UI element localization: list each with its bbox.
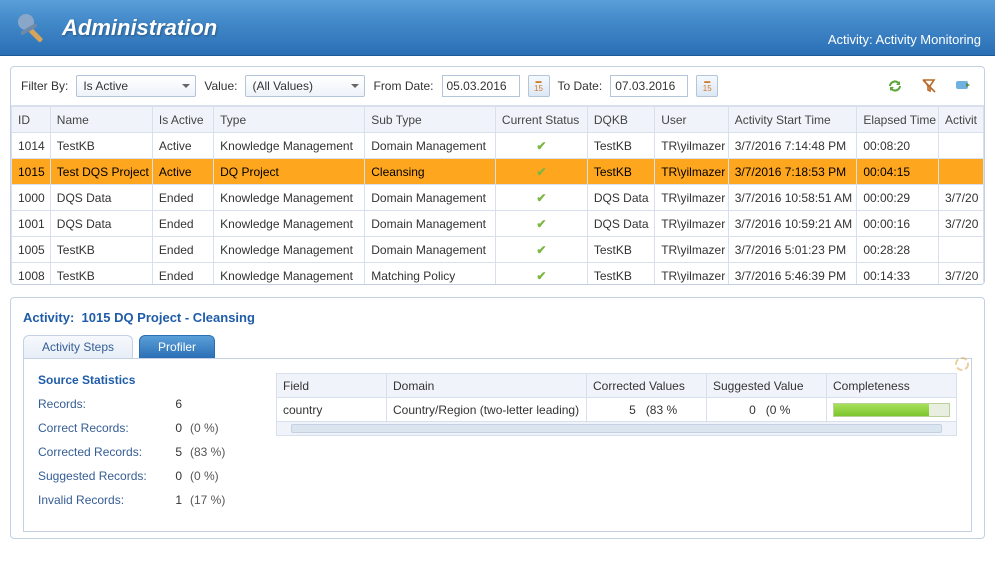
profiler-grid-hscroll[interactable] — [276, 422, 957, 436]
check-icon: ✔ — [536, 139, 546, 153]
profiler-header[interactable]: Field — [277, 374, 387, 398]
stats-row: Records:6 — [38, 397, 256, 411]
completeness-bar — [833, 403, 950, 417]
clear-filter-icon[interactable] — [918, 75, 940, 97]
table-row[interactable]: countryCountry/Region (two-letter leadin… — [277, 398, 957, 422]
grid-header[interactable]: Elapsed Time — [857, 107, 939, 133]
grid-header[interactable]: Current Status — [495, 107, 587, 133]
detail-title: Activity: 1015 DQ Project - Cleansing — [23, 310, 972, 325]
profiler-grid-wrap: FieldDomainCorrected ValuesSuggested Val… — [276, 373, 957, 517]
check-icon: ✔ — [536, 217, 546, 231]
table-row[interactable]: 1015Test DQS ProjectActiveDQ ProjectClea… — [12, 159, 984, 185]
value-label: Value: — [204, 79, 237, 93]
profiler-grid[interactable]: FieldDomainCorrected ValuesSuggested Val… — [276, 373, 957, 422]
profiler-header[interactable]: Corrected Values — [587, 374, 707, 398]
to-date-calendar-button[interactable]: ▬15 — [696, 75, 718, 97]
grid-header[interactable]: Name — [50, 107, 152, 133]
stats-row: Suggested Records:0(0 %) — [38, 469, 256, 483]
from-date-label: From Date: — [373, 79, 433, 93]
stats-row: Invalid Records:1(17 %) — [38, 493, 256, 507]
table-row[interactable]: 1000DQS DataEndedKnowledge ManagementDom… — [12, 185, 984, 211]
table-row[interactable]: 1001DQS DataEndedKnowledge ManagementDom… — [12, 211, 984, 237]
value-combo[interactable]: (All Values) — [245, 75, 365, 97]
stats-row: Correct Records:0(0 %) — [38, 421, 256, 435]
grid-header[interactable]: Activit — [939, 107, 984, 133]
grid-header[interactable]: ID — [12, 107, 51, 133]
filter-by-combo[interactable]: Is Active — [76, 75, 196, 97]
detail-loading-icon — [954, 356, 970, 372]
grid-header[interactable]: Is Active — [152, 107, 213, 133]
check-icon: ✔ — [536, 191, 546, 205]
refresh-icon[interactable] — [884, 75, 906, 97]
table-row[interactable]: 1014TestKBActiveKnowledge ManagementDoma… — [12, 133, 984, 159]
check-icon: ✔ — [536, 165, 546, 179]
profiler-tab-body: Source Statistics Records:6 Correct Recor… — [23, 358, 972, 532]
check-icon: ✔ — [536, 269, 546, 283]
grid-header[interactable]: Activity Start Time — [728, 107, 857, 133]
source-statistics: Source Statistics Records:6 Correct Recor… — [38, 373, 256, 517]
profiler-header[interactable]: Suggested Value — [707, 374, 827, 398]
filter-bar: Filter By: Is Active Value: (All Values)… — [11, 67, 984, 106]
activity-grid[interactable]: IDNameIs ActiveTypeSub TypeCurrent Statu… — [11, 106, 984, 284]
grid-header[interactable]: DQKB — [587, 107, 654, 133]
to-date-input[interactable]: 07.03.2016 — [610, 75, 688, 97]
to-date-label: To Date: — [558, 79, 603, 93]
profiler-header[interactable]: Domain — [387, 374, 587, 398]
grid-header[interactable]: Sub Type — [365, 107, 496, 133]
activity-detail-panel: Activity: 1015 DQ Project - Cleansing Ac… — [10, 297, 985, 539]
app-header: Administration Activity: Activity Monito… — [0, 0, 995, 56]
tab-activity-steps[interactable]: Activity Steps — [23, 335, 133, 358]
check-icon: ✔ — [536, 243, 546, 257]
from-date-calendar-button[interactable]: ▬15 — [528, 75, 550, 97]
stats-row: Corrected Records:5(83 %) — [38, 445, 256, 459]
table-row[interactable]: 1005TestKBEndedKnowledge ManagementDomai… — [12, 237, 984, 263]
export-icon[interactable] — [952, 75, 974, 97]
grid-header[interactable]: User — [655, 107, 729, 133]
from-date-input[interactable]: 05.03.2016 — [442, 75, 520, 97]
filter-by-label: Filter By: — [21, 79, 68, 93]
grid-header[interactable]: Type — [214, 107, 365, 133]
profiler-header[interactable]: Completeness — [827, 374, 957, 398]
stats-heading: Source Statistics — [38, 373, 256, 387]
table-row[interactable]: 1008TestKBEndedKnowledge ManagementMatch… — [12, 263, 984, 285]
activity-subtitle: Activity: Activity Monitoring — [828, 32, 981, 47]
admin-tools-icon — [12, 8, 52, 48]
page-title: Administration — [62, 15, 217, 41]
tab-profiler[interactable]: Profiler — [139, 335, 215, 358]
activity-monitoring-panel: Filter By: Is Active Value: (All Values)… — [10, 66, 985, 285]
